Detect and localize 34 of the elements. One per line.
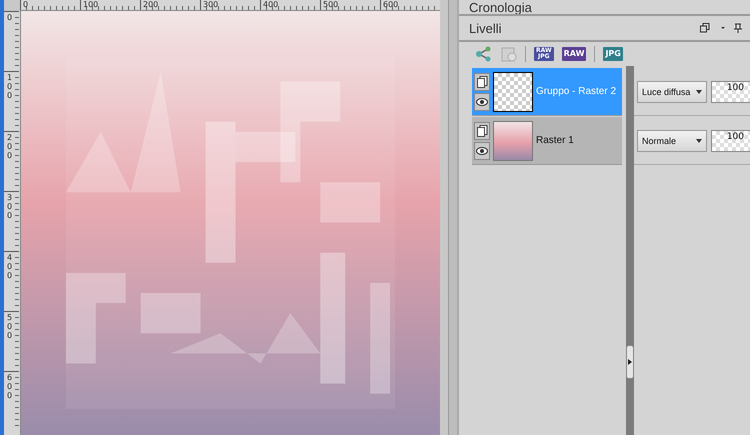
ruler-label: 600: [7, 373, 12, 400]
layer-type-button[interactable]: [474, 72, 490, 90]
visibility-toggle[interactable]: [474, 142, 490, 160]
layer-type-button[interactable]: [474, 122, 490, 140]
eye-icon: [476, 146, 488, 154]
format-icon[interactable]: JPG: [603, 47, 623, 61]
share-icon[interactable]: [475, 46, 493, 62]
layer-icon: [476, 124, 488, 136]
layer-name: Raster 1: [536, 135, 574, 146]
opacity-field[interactable]: 100: [711, 130, 750, 152]
eye-icon: [476, 98, 488, 106]
ruler-label: 500: [7, 313, 12, 340]
arrow-icon: [628, 358, 632, 364]
panel-title: Cronologia: [469, 0, 533, 14]
panel-title: Livelli: [469, 20, 503, 36]
layer-icon: [476, 76, 488, 88]
ruler-label: 0: [7, 13, 12, 22]
ruler-label: 400: [7, 253, 12, 280]
blend-mode-dropdown[interactable]: Luce diffusa: [637, 80, 707, 102]
visibility-toggle[interactable]: [474, 92, 490, 110]
caret-icon: [696, 90, 702, 94]
ruler-label: 100: [7, 73, 12, 100]
format-icon[interactable]: RAW: [562, 47, 586, 61]
pin-icon[interactable]: [734, 23, 742, 33]
restore-icon[interactable]: [700, 23, 710, 33]
layer-row[interactable]: Raster 1: [472, 117, 622, 165]
ruler-label: 300: [7, 193, 12, 220]
caret-icon: [696, 138, 702, 142]
ruler-label: 200: [7, 133, 12, 160]
layer-name: Gruppo - Raster 2: [536, 86, 616, 97]
opacity-field[interactable]: 100: [711, 80, 750, 102]
collapse-handle[interactable]: [626, 344, 634, 378]
blend-mode-dropdown[interactable]: Normale: [637, 130, 707, 152]
horizontal-ruler: 0 100 200 300 400 500 600: [20, 0, 440, 12]
